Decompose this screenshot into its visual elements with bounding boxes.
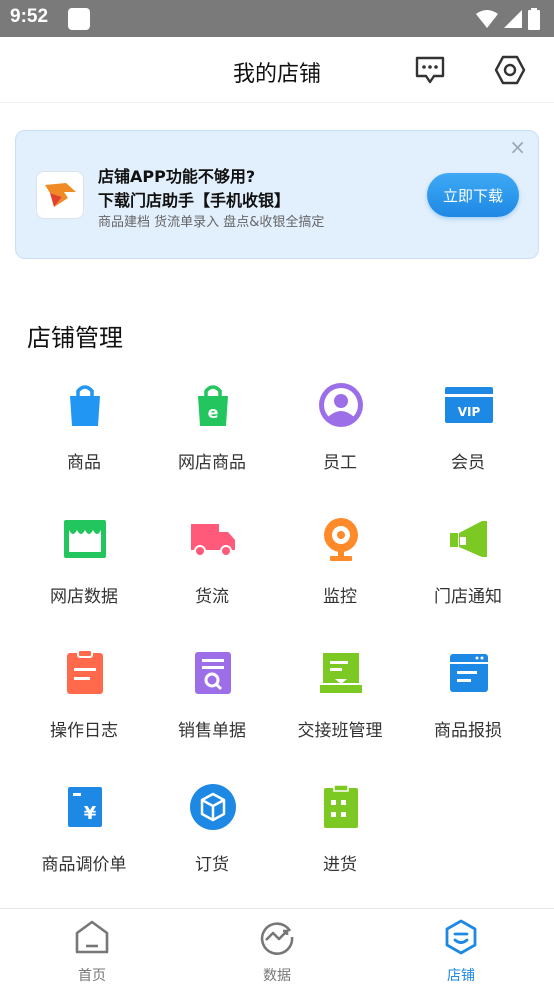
grid-item-label: 网店数据: [50, 587, 118, 607]
grid-item-label: 网店商品: [178, 453, 246, 473]
receipt-search-icon: [188, 648, 238, 698]
banner-close-button[interactable]: ×: [509, 137, 526, 157]
grid-item-sales-receipt[interactable]: 销售单据: [148, 646, 276, 756]
shopping-bag-icon: [60, 380, 110, 430]
grid-item-label: 销售单据: [178, 721, 246, 741]
status-bar: 9:52: [0, 0, 554, 37]
data-chart-icon: [260, 922, 294, 955]
tab-data[interactable]: 数据: [217, 909, 337, 985]
banner-headline: 店铺APP功能不够用?: [98, 167, 256, 186]
grid-item-price-adjust[interactable]: ¥ 商品调价单: [20, 780, 148, 890]
grid-item-label: 订货: [195, 855, 229, 875]
grid-item-label: 商品报损: [434, 721, 502, 741]
inventory-clipboard-icon: [316, 782, 366, 832]
svg-text:VIP: VIP: [458, 405, 481, 419]
tab-label: 数据: [263, 968, 291, 984]
battery-icon: [528, 8, 540, 30]
camera-icon: [316, 514, 366, 564]
grid-item-label: 会员: [451, 453, 485, 473]
grid-item-order[interactable]: 订货: [148, 780, 276, 890]
svg-text:e: e: [208, 403, 219, 422]
message-button[interactable]: [412, 52, 448, 88]
truck-icon: [188, 514, 238, 564]
signal-icon: [504, 10, 522, 28]
vip-card-icon: VIP: [444, 380, 494, 430]
tab-store[interactable]: 店铺: [401, 909, 521, 985]
grid-item-goods-damage[interactable]: 商品报损: [404, 646, 532, 756]
grid-item-shift-handover[interactable]: 交接班管理: [276, 646, 404, 756]
grid-item-label: 交接班管理: [297, 721, 383, 741]
price-doc-icon: ¥: [60, 782, 110, 832]
status-indicators: [476, 8, 540, 30]
grid-item-member[interactable]: VIP 会员: [404, 378, 532, 488]
grid-item-online-data[interactable]: 网店数据: [20, 512, 148, 622]
wifi-icon: [476, 10, 498, 28]
grid-item-label: 商品调价单: [41, 855, 127, 875]
banner-description: 商品建档 货流单录入 盘点&收银全搞定: [98, 215, 325, 230]
grid-item-logistics[interactable]: 货流: [148, 512, 276, 622]
store-icon: [445, 919, 477, 955]
grid-item-label: 进货: [323, 855, 357, 875]
grid-item-label: 商品: [67, 453, 101, 473]
staff-icon: [316, 380, 366, 430]
settings-button[interactable]: [492, 52, 528, 88]
app-header: 我的店铺: [0, 37, 554, 103]
grid-item-online-goods[interactable]: e 网店商品: [148, 378, 276, 488]
svg-text:¥: ¥: [84, 803, 97, 824]
notification-app-icon: [68, 8, 90, 30]
tab-label: 店铺: [447, 968, 475, 984]
grid-item-store-notice[interactable]: 门店通知: [404, 512, 532, 622]
grid-item-label: 门店通知: [434, 587, 502, 607]
settings-icon: [494, 55, 526, 85]
grid-item-operation-log[interactable]: 操作日志: [20, 646, 148, 756]
grid-item-label: 操作日志: [50, 721, 118, 741]
storefront-icon: [60, 514, 110, 564]
store-assistant-logo: [36, 171, 84, 219]
calendar-doc-icon: [444, 648, 494, 698]
message-icon: [415, 56, 445, 84]
grid-item-label: 员工: [323, 453, 357, 473]
download-now-button[interactable]: 立即下载: [427, 173, 519, 217]
grid-item-label: 监控: [323, 587, 357, 607]
grid-item-goods[interactable]: 商品: [20, 378, 148, 488]
cube-icon: [188, 782, 238, 832]
fox-logo-icon: [45, 183, 76, 207]
megaphone-icon: [444, 514, 494, 564]
grid-item-staff[interactable]: 员工: [276, 378, 404, 488]
section-title: 店铺管理: [27, 324, 123, 352]
bottom-tab-bar: 首页 数据 店铺: [0, 908, 554, 984]
download-banner[interactable]: × 店铺APP功能不够用? 下载门店助手【手机收银】 商品建档 货流单录入 盘点…: [15, 130, 539, 259]
tab-home[interactable]: 首页: [32, 909, 152, 985]
handover-monitor-icon: [316, 648, 366, 698]
grid-item-purchase[interactable]: 进货: [276, 780, 404, 890]
grid-item-label: 货流: [195, 587, 229, 607]
banner-subheadline: 下载门店助手【手机收银】: [98, 191, 291, 210]
page-title: 我的店铺: [232, 62, 321, 87]
online-shop-bag-icon: e: [188, 380, 238, 430]
grid-item-monitor[interactable]: 监控: [276, 512, 404, 622]
clipboard-icon: [60, 648, 110, 698]
tab-label: 首页: [78, 968, 106, 984]
home-icon: [75, 920, 109, 954]
status-time: 9:52: [10, 6, 49, 27]
